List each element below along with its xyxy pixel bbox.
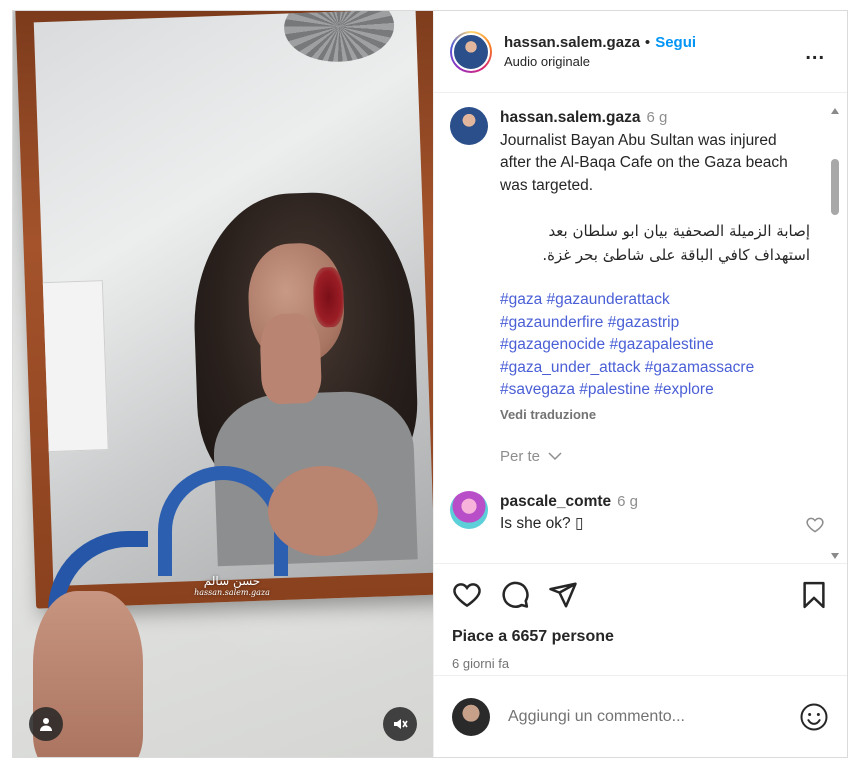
audio-label[interactable]: Audio originale: [504, 54, 696, 69]
commenter-avatar[interactable]: [450, 490, 488, 529]
follow-button[interactable]: Segui: [655, 34, 696, 51]
tagged-people-button[interactable]: [29, 707, 63, 741]
author-avatar-image: [452, 32, 490, 71]
post-date[interactable]: 6 giorni fa: [452, 656, 829, 671]
scroll-up-icon[interactable]: [829, 107, 841, 117]
watermark-arabic: حسن سالم: [203, 574, 261, 588]
caption-english: Journalist Bayan Abu Sultan was injured …: [500, 131, 788, 194]
comment-body: pascale_comte 6 g Is she ok? ▯: [500, 491, 638, 535]
hashtag-line[interactable]: #gazaunderfire #gazastrip: [500, 312, 810, 335]
hashtag-line[interactable]: #gazagenocide #gazapalestine: [500, 334, 810, 357]
person-icon: [40, 718, 52, 731]
triangle-down-icon: [831, 553, 839, 559]
video-watermark: حسن سالم hassan.salem.gaza: [187, 574, 277, 597]
post-actions: Piace a 6657 persone 6 giorni fa: [434, 563, 847, 671]
box-reflection: [33, 280, 109, 453]
separator-dot: •: [644, 34, 651, 51]
author-avatar[interactable]: [450, 30, 492, 73]
current-user-avatar: [452, 697, 490, 736]
header-text: hassan.salem.gaza • Segui Audio original…: [504, 34, 696, 69]
comment-item: pascale_comte 6 g Is she ok? ▯: [450, 490, 824, 535]
hashtag-line[interactable]: #savegaza #palestine #explore: [500, 379, 810, 402]
commenter-username[interactable]: pascale_comte: [500, 493, 611, 510]
speaker-muted-icon: [394, 719, 408, 729]
action-icons: [452, 580, 829, 610]
caption-header: hassan.salem.gaza 6 g: [500, 107, 810, 130]
triangle-up-icon: [831, 108, 839, 114]
post-header: hassan.salem.gaza • Segui Audio original…: [434, 11, 847, 93]
caption-username[interactable]: hassan.salem.gaza: [500, 109, 640, 126]
like-comment-heart-icon[interactable]: [805, 515, 825, 535]
author-username[interactable]: hassan.salem.gaza: [504, 34, 640, 51]
header-top: hassan.salem.gaza • Segui: [504, 34, 696, 51]
emoji-icon[interactable]: [799, 702, 829, 732]
mute-button[interactable]: [383, 707, 417, 741]
caption-body: hassan.salem.gaza 6 g Journalist Bayan Ab…: [500, 107, 810, 469]
caption-arabic: إصابة الزميلة الصحفية بيان ابو سلطان بعد…: [542, 222, 810, 264]
woman-hand: [259, 312, 323, 405]
watermark-handle: hassan.salem.gaza: [194, 588, 270, 597]
chevron-down-icon: [548, 452, 562, 461]
post-dialog: حسن سالم hassan.salem.gaza hassan.salem.…: [12, 10, 848, 758]
post-video[interactable]: حسن سالم hassan.salem.gaza: [13, 11, 433, 757]
like-heart-icon[interactable]: [452, 580, 482, 610]
save-bookmark-icon[interactable]: [799, 580, 829, 610]
hashtag-list: #gaza #gazaunderattack #gazaunderfire #g…: [500, 289, 810, 402]
caption-time: 6 g: [646, 109, 668, 126]
wound: [312, 266, 345, 328]
comments-scrollbar[interactable]: [829, 107, 841, 562]
for-you-dropdown[interactable]: Per te: [500, 446, 810, 469]
fan-reflection: [282, 11, 396, 64]
comment-input[interactable]: [508, 707, 799, 726]
add-comment-bar: [434, 675, 847, 757]
caption-avatar[interactable]: [450, 107, 488, 145]
comments-section[interactable]: hassan.salem.gaza 6 g Journalist Bayan Ab…: [434, 93, 847, 563]
comment-bubble-icon[interactable]: [500, 580, 530, 610]
comment-time: 6 g: [617, 492, 639, 510]
hashtag-line[interactable]: #gaza #gazaunderattack: [500, 289, 810, 312]
for-you-label: Per te: [500, 448, 541, 465]
holding-hand: [268, 466, 378, 556]
comment-text: Is she ok? ▯: [500, 514, 584, 532]
more-options-icon[interactable]: ...: [805, 42, 825, 65]
hashtag-line[interactable]: #gaza_under_attack #gazamassacre: [500, 357, 810, 380]
scrollbar-thumb[interactable]: [831, 159, 839, 215]
likes-count[interactable]: Piace a 6657 persone: [452, 628, 829, 646]
comment-header: pascale_comte 6 g: [500, 491, 638, 513]
post-caption: hassan.salem.gaza 6 g Journalist Bayan Ab…: [450, 107, 817, 469]
see-translation-link[interactable]: Vedi traduzione: [500, 404, 810, 427]
scroll-down-icon[interactable]: [829, 552, 841, 562]
post-side-panel: hassan.salem.gaza • Segui Audio original…: [433, 11, 847, 757]
share-paper-plane-icon[interactable]: [548, 580, 578, 610]
